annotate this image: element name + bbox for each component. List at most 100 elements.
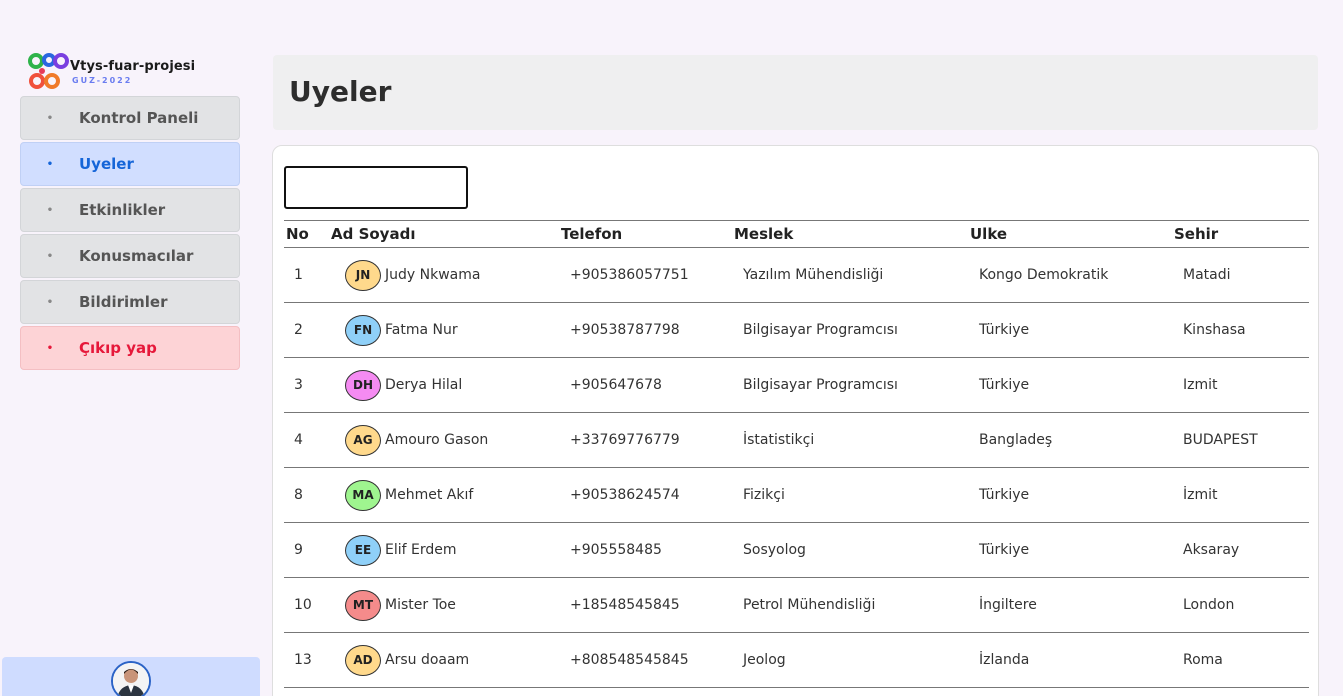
cell-name: FN Fatma Nur	[331, 314, 561, 346]
cell-phone: +905386057751	[570, 267, 689, 283]
member-name: Elif Erdem	[385, 542, 457, 558]
sidebar-item-label: Çıkıp yap	[79, 339, 157, 357]
cell-no: 4	[294, 432, 303, 448]
sidebar-item-uyeler[interactable]: • Uyeler	[20, 142, 240, 186]
brand-title: Vtys-fuar-projesi	[70, 59, 196, 74]
member-name: Mister Toe	[385, 597, 456, 613]
table-row[interactable]: 10 MT Mister Toe +18548545845 Petrol Mühendi…	[284, 578, 1309, 633]
cell-country: Bangladeş	[979, 432, 1053, 448]
cell-name: AG Amouro Gason	[331, 424, 561, 456]
initials-avatar: JN	[345, 259, 381, 291]
cell-name: DH Derya Hilal	[331, 369, 561, 401]
initials-avatar: AG	[345, 424, 381, 456]
initials-avatar: MT	[345, 589, 381, 621]
cell-no: 10	[294, 597, 312, 613]
user-profile-box[interactable]	[2, 657, 260, 696]
bullet-icon: •	[46, 204, 54, 216]
cell-city: Aksaray	[1183, 542, 1240, 558]
initials-avatar: EE	[345, 534, 381, 566]
members-card: No Ad Soyadı Telefon Meslek Ulke Sehir 1…	[272, 145, 1319, 696]
table-row[interactable]: 3 DH Derya Hilal +905647678 Bilgisayar Progr…	[284, 358, 1309, 413]
cell-country: İzlanda	[979, 652, 1030, 668]
column-header-no[interactable]: No	[284, 225, 331, 243]
bullet-icon: •	[46, 250, 54, 262]
bullet-icon: •	[46, 112, 54, 124]
sidebar-nav: • Kontrol Paneli • Uyeler • Etkinlikler …	[20, 96, 240, 372]
brand-subtitle: GUZ-2022	[72, 76, 133, 85]
cell-phone: +90538624574	[570, 487, 680, 503]
cell-country: Türkiye	[979, 487, 1030, 503]
sidebar-item-etkinlikler[interactable]: • Etkinlikler	[20, 188, 240, 232]
logo-icon	[28, 53, 69, 89]
column-header-job[interactable]: Meslek	[734, 225, 970, 243]
cell-country: Türkiye	[979, 377, 1030, 393]
member-name: Derya Hilal	[385, 377, 463, 393]
cell-country: Türkiye	[979, 542, 1030, 558]
column-header-name[interactable]: Ad Soyadı	[331, 225, 561, 243]
logout-button[interactable]: • Çıkıp yap	[20, 326, 240, 370]
cell-phone: +905558485	[570, 542, 662, 558]
cell-name: MT Mister Toe	[331, 589, 561, 621]
cell-city: London	[1183, 597, 1235, 613]
member-name: Arsu doaam	[385, 652, 470, 668]
sidebar-item-label: Bildirimler	[79, 293, 168, 311]
cell-job: Fizikçi	[743, 487, 785, 503]
cell-city: BUDAPEST	[1183, 432, 1258, 448]
initials-avatar: FN	[345, 314, 381, 346]
cell-phone: +18548545845	[570, 597, 680, 613]
initials-avatar: AD	[345, 644, 381, 676]
avatar[interactable]	[111, 661, 151, 696]
member-name: Amouro Gason	[385, 432, 489, 448]
column-header-phone[interactable]: Telefon	[561, 225, 734, 243]
cell-city: Matadi	[1183, 267, 1231, 283]
cell-job: Bilgisayar Programcısı	[743, 377, 898, 393]
cell-no: 13	[294, 652, 312, 668]
cell-phone: +808548545845	[570, 652, 689, 668]
table-row[interactable]: 1 JN Judy Nkwama +905386057751 Yazılım Mühen…	[284, 248, 1309, 303]
cell-phone: +33769776779	[570, 432, 680, 448]
table-row[interactable]: 13 AD Arsu doaam +808548545845 Jeolog İzlanda…	[284, 633, 1309, 688]
cell-no: 9	[294, 542, 303, 558]
sidebar-item-label: Etkinlikler	[79, 201, 166, 219]
cell-job: İstatistikçi	[743, 432, 815, 448]
cell-city: İzmit	[1183, 487, 1218, 503]
table-row[interactable]: 4 AG Amouro Gason +33769776779 İstatistikçi B…	[284, 413, 1309, 468]
column-header-city[interactable]: Sehir	[1174, 225, 1309, 243]
sidebar-item-label: Konusmacılar	[79, 247, 194, 265]
member-name: Judy Nkwama	[385, 267, 481, 283]
cell-job: Bilgisayar Programcısı	[743, 322, 898, 338]
cell-country: Kongo Demokratik	[979, 267, 1109, 283]
user-avatar-icon	[113, 663, 149, 696]
bullet-icon: •	[46, 158, 54, 170]
table-header: No Ad Soyadı Telefon Meslek Ulke Sehir	[284, 220, 1309, 248]
member-name: Mehmet Akıf	[385, 487, 474, 503]
search-input[interactable]	[284, 166, 468, 209]
initials-avatar: MA	[345, 479, 381, 511]
cell-no: 8	[294, 487, 303, 503]
sidebar-item-kontrol-paneli[interactable]: • Kontrol Paneli	[20, 96, 240, 140]
table-row[interactable]: 2 FN Fatma Nur +90538787798 Bilgisayar Progr…	[284, 303, 1309, 358]
cell-no: 2	[294, 322, 303, 338]
cell-name: MA Mehmet Akıf	[331, 479, 561, 511]
cell-city: Izmit	[1183, 377, 1218, 393]
sidebar-item-konusmacilar[interactable]: • Konusmacılar	[20, 234, 240, 278]
cell-city: Roma	[1183, 652, 1223, 668]
column-header-country[interactable]: Ulke	[970, 225, 1174, 243]
cell-job: Sosyolog	[743, 542, 806, 558]
cell-name: AD Arsu doaam	[331, 644, 561, 676]
cell-city: Kinshasa	[1183, 322, 1246, 338]
cell-phone: +905647678	[570, 377, 662, 393]
table-row[interactable]: 9 EE Elif Erdem +905558485 Sosyolog Türkiye Ak…	[284, 523, 1309, 578]
cell-name: EE Elif Erdem	[331, 534, 561, 566]
cell-name: JN Judy Nkwama	[331, 259, 561, 291]
page-header: Uyeler	[273, 55, 1318, 130]
cell-phone: +90538787798	[570, 322, 680, 338]
cell-no: 3	[294, 377, 303, 393]
table-row[interactable]: 8 MA Mehmet Akıf +90538624574 Fizikçi Türkiye…	[284, 468, 1309, 523]
sidebar-item-label: Uyeler	[79, 155, 134, 173]
sidebar-item-bildirimler[interactable]: • Bildirimler	[20, 280, 240, 324]
cell-country: İngiltere	[979, 597, 1037, 613]
brand-logo[interactable]: Vtys-fuar-projesi GUZ-2022	[28, 53, 198, 93]
cell-job: Jeolog	[743, 652, 786, 668]
member-name: Fatma Nur	[385, 322, 458, 338]
